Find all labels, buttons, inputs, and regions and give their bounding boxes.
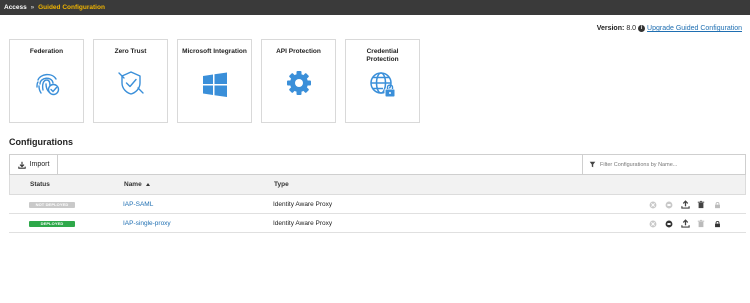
tile-credential-protection[interactable]: Credential Protection — [345, 39, 420, 123]
shield-check-icon — [117, 71, 144, 95]
upgrade-link[interactable]: Upgrade Guided Configuration — [647, 25, 742, 32]
import-icon — [17, 161, 26, 169]
status-badge: DEPLOYED — [29, 220, 75, 227]
column-status[interactable]: Status — [30, 181, 124, 188]
sort-asc-icon — [145, 182, 150, 186]
delete-icon[interactable] — [696, 200, 706, 210]
lock-icon[interactable] — [712, 219, 722, 229]
tile-label: Credential Protection — [366, 48, 399, 63]
version-label: Version: — [596, 25, 625, 32]
tile-label: API Protection — [276, 48, 321, 55]
lock-icon[interactable] — [712, 200, 722, 210]
export-icon[interactable] — [680, 219, 690, 229]
config-type: Identity Aware Proxy — [273, 219, 333, 227]
table-row[interactable]: NOT DEPLOYED IAP-SAML Identity Aware Pro… — [9, 195, 746, 214]
config-name-link[interactable]: IAP-single-proxy — [123, 220, 171, 227]
deploy-icon[interactable] — [664, 219, 674, 229]
export-icon[interactable] — [680, 200, 690, 210]
tile-zero-trust[interactable]: Zero Trust — [93, 39, 168, 123]
version-info: Version: 8.0 i Upgrade Guided Configurat… — [597, 25, 742, 32]
configurations-table: Status Name Type NOT DEPLOYED IAP-SAML I… — [9, 175, 746, 233]
globe-lock-icon — [369, 72, 395, 98]
config-type: Identity Aware Proxy — [273, 200, 333, 208]
gear-icon — [286, 71, 311, 95]
tile-label: Federation — [29, 48, 64, 55]
config-name-link[interactable]: IAP-SAML — [123, 201, 153, 208]
tile-label: Zero Trust — [114, 48, 147, 55]
deploy-icon[interactable] — [664, 200, 674, 210]
breadcrumb-separator: » — [30, 4, 35, 11]
breadcrumb: Access » Guided Configuration — [0, 0, 750, 15]
filter-icon — [589, 161, 596, 168]
delete-icon[interactable] — [696, 219, 706, 229]
column-type[interactable]: Type — [274, 181, 474, 188]
tile-label: Microsoft Integration — [182, 48, 247, 55]
tile-federation[interactable]: Federation — [9, 39, 84, 123]
row-actions — [648, 195, 722, 214]
import-label: Import — [29, 161, 50, 168]
column-name[interactable]: Name — [124, 181, 274, 188]
breadcrumb-root[interactable]: Access — [4, 4, 27, 11]
row-actions — [648, 214, 722, 233]
tile-microsoft-integration[interactable]: Microsoft Integration — [177, 39, 252, 123]
table-row[interactable]: DEPLOYED IAP-single-proxy Identity Aware… — [9, 214, 746, 233]
status-badge: NOT DEPLOYED — [29, 201, 75, 208]
filter-input[interactable] — [600, 161, 740, 168]
undeploy-icon[interactable] — [648, 200, 658, 210]
windows-logo-icon — [202, 72, 227, 97]
configurations-title: Configurations — [9, 137, 73, 147]
table-header: Status Name Type — [9, 175, 746, 195]
fingerprint-icon — [35, 73, 59, 96]
filter-box — [582, 155, 745, 174]
info-icon[interactable]: i — [638, 25, 646, 32]
version-value: 8.0 — [626, 25, 637, 32]
tile-api-protection[interactable]: API Protection — [261, 39, 336, 123]
import-button[interactable]: Import — [10, 155, 58, 174]
configurations-toolbar: Import — [9, 154, 746, 175]
undeploy-icon[interactable] — [648, 219, 658, 229]
breadcrumb-current[interactable]: Guided Configuration — [38, 4, 105, 11]
guided-config-tiles: Federation Zero Trust Microsoft Integrat… — [9, 39, 420, 123]
column-name-label: Name — [124, 181, 142, 188]
